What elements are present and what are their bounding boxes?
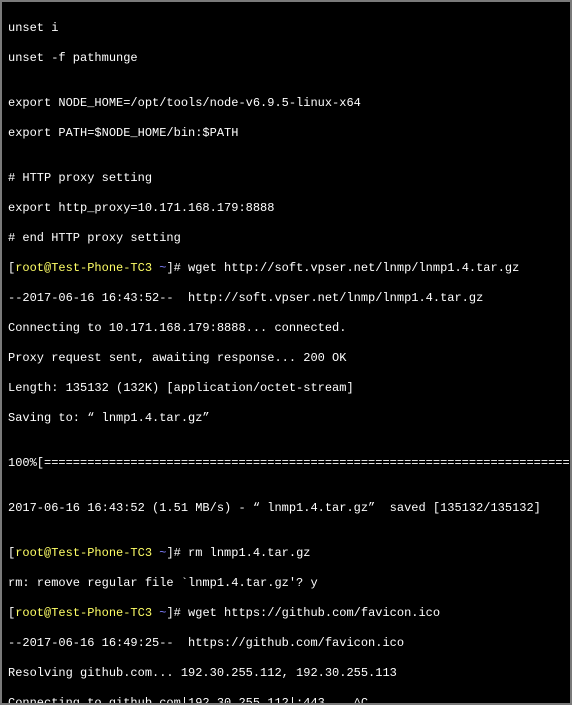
output-line: 2017-06-16 16:43:52 (1.51 MB/s) - “ lnmp… <box>8 501 564 516</box>
output-line: Connecting to 10.171.168.179:8888... con… <box>8 321 564 336</box>
script-line: export NODE_HOME=/opt/tools/node-v6.9.5-… <box>8 96 564 111</box>
script-line: # end HTTP proxy setting <box>8 231 564 246</box>
shell-prompt: [root@Test-Phone-TC3 ~]# <box>8 606 188 620</box>
command-text: rm lnmp1.4.tar.gz <box>188 546 310 560</box>
shell-prompt: [root@Test-Phone-TC3 ~]# <box>8 546 188 560</box>
progress-bar-line: 100%[===================================… <box>8 456 564 471</box>
output-line: --2017-06-16 16:49:25-- https://github.c… <box>8 636 564 651</box>
command-line: [root@Test-Phone-TC3 ~]# wget https://gi… <box>8 606 564 621</box>
script-line: export PATH=$NODE_HOME/bin:$PATH <box>8 126 564 141</box>
output-line: Saving to: “ lnmp1.4.tar.gz” <box>8 411 564 426</box>
output-line: Proxy request sent, awaiting response...… <box>8 351 564 366</box>
output-line: --2017-06-16 16:43:52-- http://soft.vpse… <box>8 291 564 306</box>
command-text: wget http://soft.vpser.net/lnmp/lnmp1.4.… <box>188 261 519 275</box>
script-line: unset i <box>8 21 564 36</box>
command-text: wget https://github.com/favicon.ico <box>188 606 440 620</box>
output-line: rm: remove regular file `lnmp1.4.tar.gz'… <box>8 576 564 591</box>
command-line: [root@Test-Phone-TC3 ~]# wget http://sof… <box>8 261 564 276</box>
terminal-window[interactable]: unset i unset -f pathmunge export NODE_H… <box>0 0 572 705</box>
command-line: [root@Test-Phone-TC3 ~]# rm lnmp1.4.tar.… <box>8 546 564 561</box>
output-line: Length: 135132 (132K) [application/octet… <box>8 381 564 396</box>
output-line: Resolving github.com... 192.30.255.112, … <box>8 666 564 681</box>
output-line: Connecting to github.com|192.30.255.112|… <box>8 696 564 705</box>
script-line: unset -f pathmunge <box>8 51 564 66</box>
script-line: # HTTP proxy setting <box>8 171 564 186</box>
script-line: export http_proxy=10.171.168.179:8888 <box>8 201 564 216</box>
shell-prompt: [root@Test-Phone-TC3 ~]# <box>8 261 188 275</box>
